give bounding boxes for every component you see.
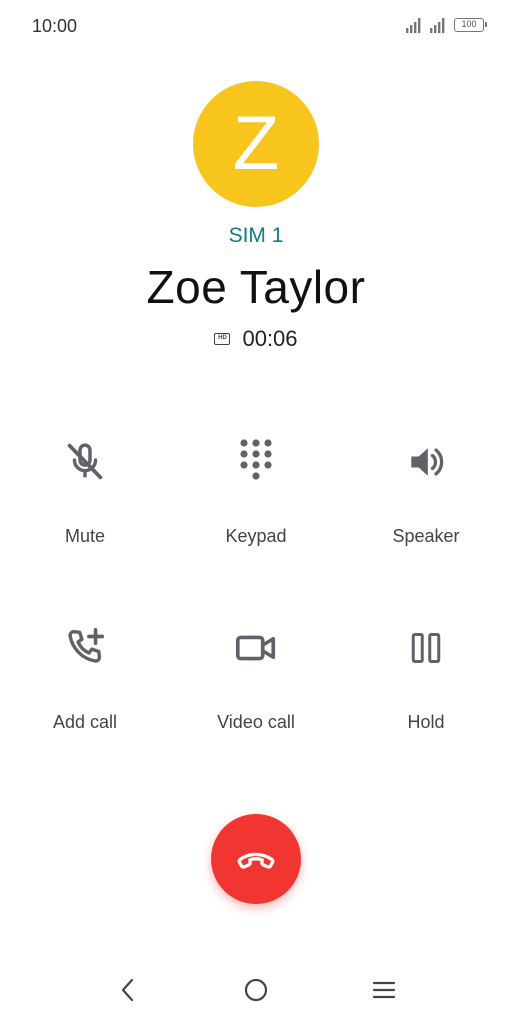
in-call-screen: 10:00 100 Z SIM 1 Zoe Taylor HD 00:06 Mu… xyxy=(0,0,512,1024)
contact-avatar: Z xyxy=(193,81,319,207)
keypad-label: Keypad xyxy=(225,526,287,546)
menu-lines-icon xyxy=(372,981,396,999)
home-button[interactable] xyxy=(241,975,271,1005)
back-chevron-icon xyxy=(121,978,134,1002)
video-call-label: Video call xyxy=(217,712,295,732)
hold-button[interactable]: Hold xyxy=(341,624,511,733)
recents-button[interactable] xyxy=(369,975,399,1005)
add-call-button[interactable]: Add call xyxy=(0,624,170,733)
call-end-icon xyxy=(237,852,275,869)
mute-button[interactable]: Mute xyxy=(0,438,170,547)
status-icons: 100 xyxy=(406,17,487,33)
speaker-icon xyxy=(402,438,450,486)
video-call-button[interactable]: Video call xyxy=(171,624,341,733)
mic-off-icon xyxy=(61,438,109,486)
speaker-label: Speaker xyxy=(392,526,460,546)
video-camera-icon xyxy=(232,624,280,672)
caller-name: Zoe Taylor xyxy=(146,261,366,313)
signal-sim1-icon xyxy=(406,18,421,33)
sim-label: SIM 1 xyxy=(228,224,284,247)
hd-voice-icon: HD xyxy=(214,333,231,345)
status-bar: 10:00 100 xyxy=(0,0,512,52)
signal-sim2-icon xyxy=(430,18,445,33)
navigation-bar xyxy=(0,965,512,1015)
back-button[interactable] xyxy=(113,975,143,1005)
mute-label: Mute xyxy=(64,526,106,546)
speaker-button[interactable]: Speaker xyxy=(341,438,511,547)
end-call-button[interactable] xyxy=(211,814,301,904)
add-call-label: Add call xyxy=(52,712,118,732)
keypad-button[interactable]: Keypad xyxy=(171,438,341,547)
call-duration: 00:06 xyxy=(242,326,298,351)
hold-label: Hold xyxy=(407,712,445,732)
pause-icon xyxy=(402,624,450,672)
status-time: 10:00 xyxy=(32,16,78,36)
home-circle-icon xyxy=(244,978,268,1002)
add-call-icon xyxy=(61,624,109,672)
battery-icon: 100 xyxy=(454,18,487,32)
call-meta: HD 00:06 xyxy=(0,326,512,352)
dialpad-icon xyxy=(232,438,280,486)
